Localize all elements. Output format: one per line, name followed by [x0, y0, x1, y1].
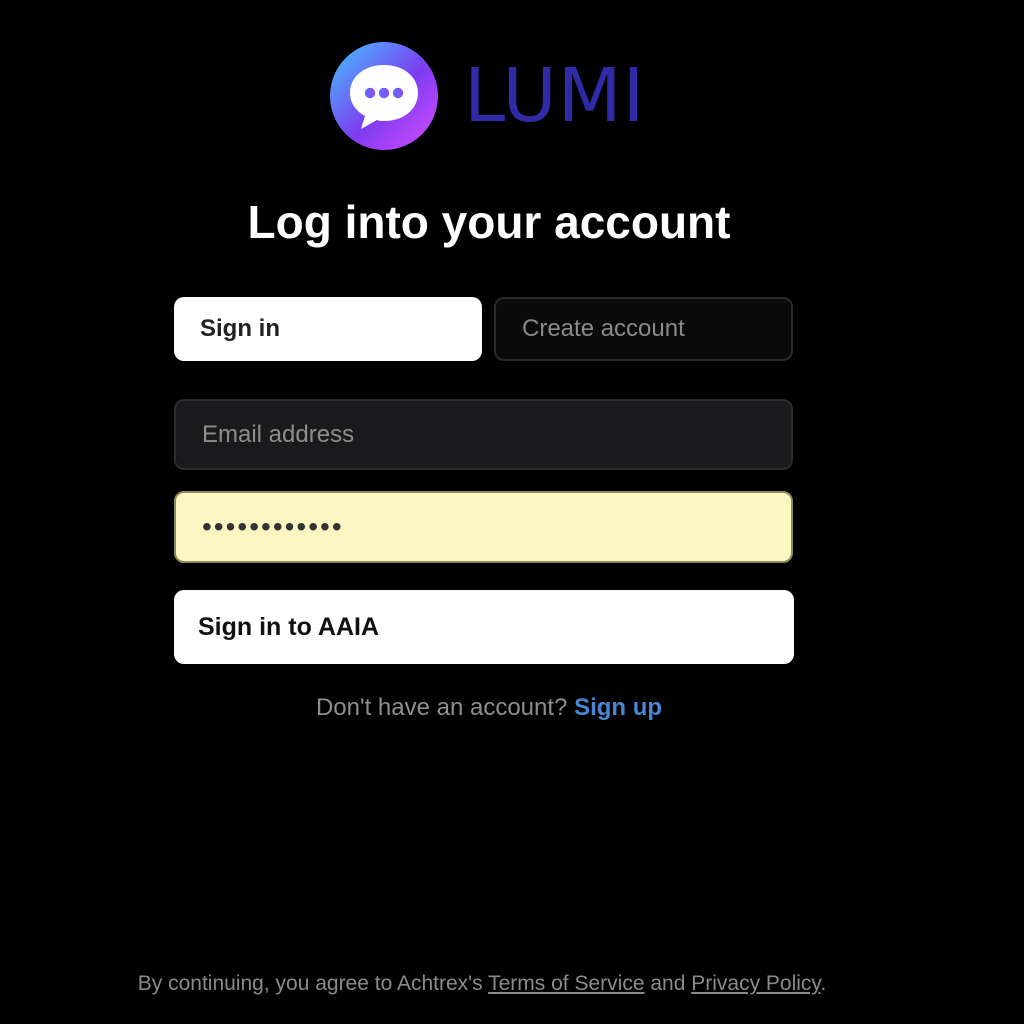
footer-prefix: By continuing, you agree to Achtrex's	[137, 972, 483, 995]
tab-sign-in-label: Sign in	[200, 315, 280, 342]
tab-sign-in[interactable]: Sign in	[174, 297, 482, 361]
tab-create-account-label: Create account	[522, 315, 685, 342]
chat-bubble-icon	[330, 42, 438, 150]
tab-create-account[interactable]: Create account	[494, 297, 793, 361]
footer-conjunction: and	[650, 972, 686, 995]
password-field[interactable]	[174, 491, 793, 563]
sign-in-button[interactable]: Sign in to AAIA	[174, 590, 794, 664]
email-field[interactable]	[174, 399, 793, 470]
terms-of-service-link[interactable]: Terms of Service	[488, 972, 644, 995]
brand-wordmark: LUMI	[464, 53, 646, 139]
brand-logo: LUMI	[330, 42, 645, 150]
footer-suffix: .	[820, 972, 827, 995]
privacy-policy-link[interactable]: Privacy Policy	[691, 972, 820, 995]
page-title: Log into your account	[247, 196, 731, 248]
login-page: LUMI Log into your account Sign in Creat…	[0, 0, 1024, 1024]
signup-prompt: Don't have an account? Sign up	[0, 693, 978, 723]
legal-footer: By continuing, you agree to Achtrex's Te…	[0, 970, 964, 998]
sign-up-link[interactable]: Sign up	[574, 694, 662, 721]
signup-prompt-text: Don't have an account?	[315, 694, 568, 721]
